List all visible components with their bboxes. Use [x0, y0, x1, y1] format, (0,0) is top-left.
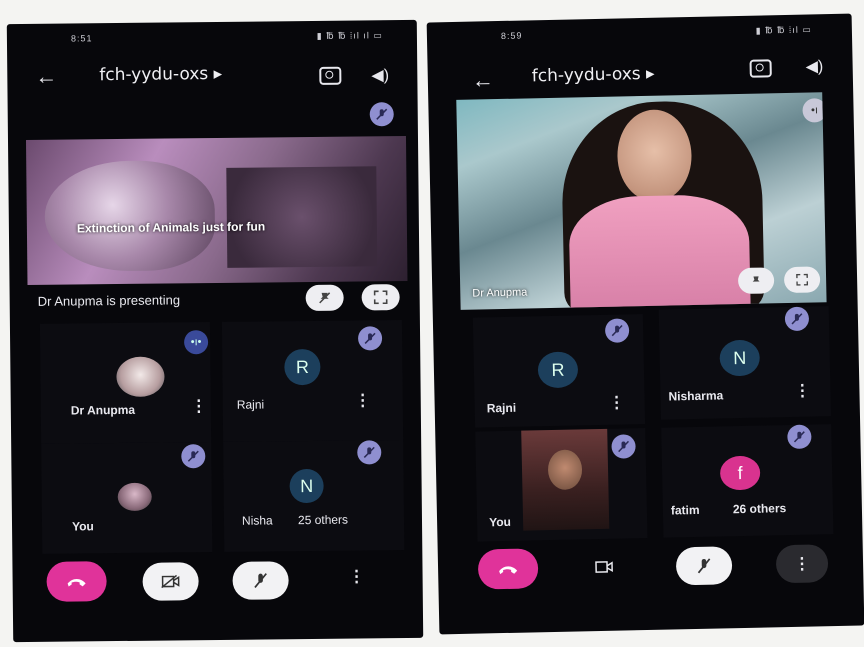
top-bar: ← fch-yydu-oxs ▸ ◀) — [7, 58, 417, 96]
participant-name: Dr Anupma — [70, 402, 136, 418]
status-bar: 8:51 ▮ ℔ ℔ ⁞ıl ıl ▭ — [7, 28, 417, 48]
status-time: 8:59 — [500, 30, 523, 41]
more-vert-icon[interactable]: ⋮ — [355, 390, 371, 410]
background-image — [226, 166, 378, 268]
presenting-text: Dr Anupma is presenting — [37, 292, 181, 309]
end-call-icon — [499, 566, 518, 575]
participant-name: You — [71, 519, 94, 534]
participant-tile[interactable]: R Rajni ⋮ — [472, 314, 646, 428]
mic-off-icon — [254, 573, 267, 588]
participant-tile[interactable]: N Nisha 25 others — [223, 440, 405, 552]
more-vert-icon[interactable]: ⋮ — [348, 566, 364, 586]
speaker-icon[interactable]: ◀) — [805, 56, 823, 76]
participant-tile[interactable]: f fatim 26 others — [661, 424, 834, 538]
back-arrow-icon[interactable]: ← — [35, 64, 57, 90]
fullscreen-icon[interactable] — [361, 284, 400, 311]
participant-name: Nisharma — [668, 388, 724, 404]
meeting-code[interactable]: fch-yydu-oxs ▸ — [532, 64, 655, 87]
participant-name: fatim — [670, 502, 700, 518]
avatar: N — [289, 468, 324, 504]
status-bar: 8:59 ▮ ℔ ℔ ⁞ıl ▭ — [427, 22, 852, 47]
status-system-icons: ▮ ℔ ℔ ⁞ıl ▭ — [755, 24, 812, 36]
more-vert-icon[interactable]: ⋮ — [608, 392, 624, 412]
avatar — [117, 482, 152, 512]
mic-off-icon — [697, 558, 711, 574]
mic-off-icon — [181, 444, 206, 469]
back-arrow-icon[interactable]: ← — [472, 67, 495, 93]
status-system-icons: ▮ ℔ ℔ ⁞ıl ıl ▭ — [316, 30, 383, 41]
video-button[interactable] — [584, 549, 625, 586]
avatar: f — [719, 455, 761, 491]
mic-off-icon — [369, 102, 394, 127]
camera-switch-icon[interactable] — [319, 66, 342, 85]
right-phone-screen: 8:59 ▮ ℔ ℔ ⁞ıl ▭ ← fch-yydu-oxs ▸ ◀) •ı … — [426, 13, 864, 635]
meeting-code[interactable]: fch-yydu-oxs ▸ — [99, 64, 222, 85]
participant-tile[interactable]: You — [41, 442, 213, 554]
audio-level-icon: •ı• — [183, 330, 209, 355]
speaker-clothes — [568, 193, 751, 310]
video-name-label: Dr Anupma — [472, 286, 528, 300]
mic-off-icon — [784, 306, 810, 332]
more-options-button[interactable]: ⋮ — [775, 544, 829, 584]
pin-icon[interactable] — [737, 267, 775, 295]
participant-tile[interactable]: R Rajni ⋮ — [221, 320, 404, 442]
fullscreen-icon[interactable] — [783, 266, 821, 294]
participant-name: Rajni — [236, 397, 265, 412]
animal-image — [44, 159, 216, 272]
participant-name: You — [488, 514, 512, 530]
main-video[interactable]: •ı Dr Anupma — [456, 92, 827, 310]
avatar: R — [537, 351, 579, 389]
left-phone-screen: 8:51 ▮ ℔ ℔ ⁞ıl ıl ▭ ← fch-yydu-oxs ▸ ◀) … — [6, 19, 424, 643]
end-call-icon — [67, 578, 86, 587]
mic-off-button[interactable] — [675, 546, 733, 586]
pin-off-icon[interactable] — [305, 284, 344, 312]
participant-tile[interactable]: You — [475, 428, 648, 542]
participant-tile[interactable]: •ı• Dr Anupma ⋮ — [39, 322, 212, 444]
video-off-button[interactable] — [142, 562, 199, 601]
more-vert-icon[interactable]: ⋮ — [794, 381, 810, 401]
speaker-icon[interactable]: ◀) — [371, 65, 389, 85]
self-video — [521, 428, 610, 531]
others-count[interactable]: 26 others — [733, 501, 787, 516]
more-vert-icon[interactable]: ⋮ — [191, 396, 207, 416]
status-time: 8:51 — [70, 33, 93, 44]
avatar: N — [719, 339, 761, 377]
mic-off-icon — [604, 318, 630, 343]
presentation-caption: Extinction of Animals just for fun — [76, 219, 266, 236]
mic-off-icon — [787, 424, 812, 450]
participant-name: Rajni — [486, 400, 517, 416]
mic-off-icon — [611, 434, 636, 459]
end-call-button[interactable] — [46, 561, 107, 602]
mic-off-icon — [357, 440, 382, 465]
audio-level-icon: •ı — [802, 98, 827, 123]
more-vert-icon: ⋮ — [793, 555, 811, 573]
participant-name: Nisha — [241, 513, 273, 528]
self-face — [547, 449, 583, 491]
video-off-icon — [161, 574, 180, 589]
top-bar: ← fch-yydu-oxs ▸ ◀) — [427, 52, 853, 95]
mic-off-button[interactable] — [232, 561, 289, 600]
mic-off-icon — [357, 326, 383, 351]
avatar: R — [284, 348, 321, 386]
presentation-screen[interactable]: Extinction of Animals just for fun — [25, 135, 408, 285]
camera-switch-icon[interactable] — [749, 59, 772, 78]
video-icon — [595, 561, 613, 573]
avatar — [116, 356, 165, 398]
end-call-button[interactable] — [477, 548, 539, 590]
others-count[interactable]: 25 others — [298, 513, 348, 528]
participant-tile[interactable]: N Nisharma ⋮ — [658, 306, 831, 420]
